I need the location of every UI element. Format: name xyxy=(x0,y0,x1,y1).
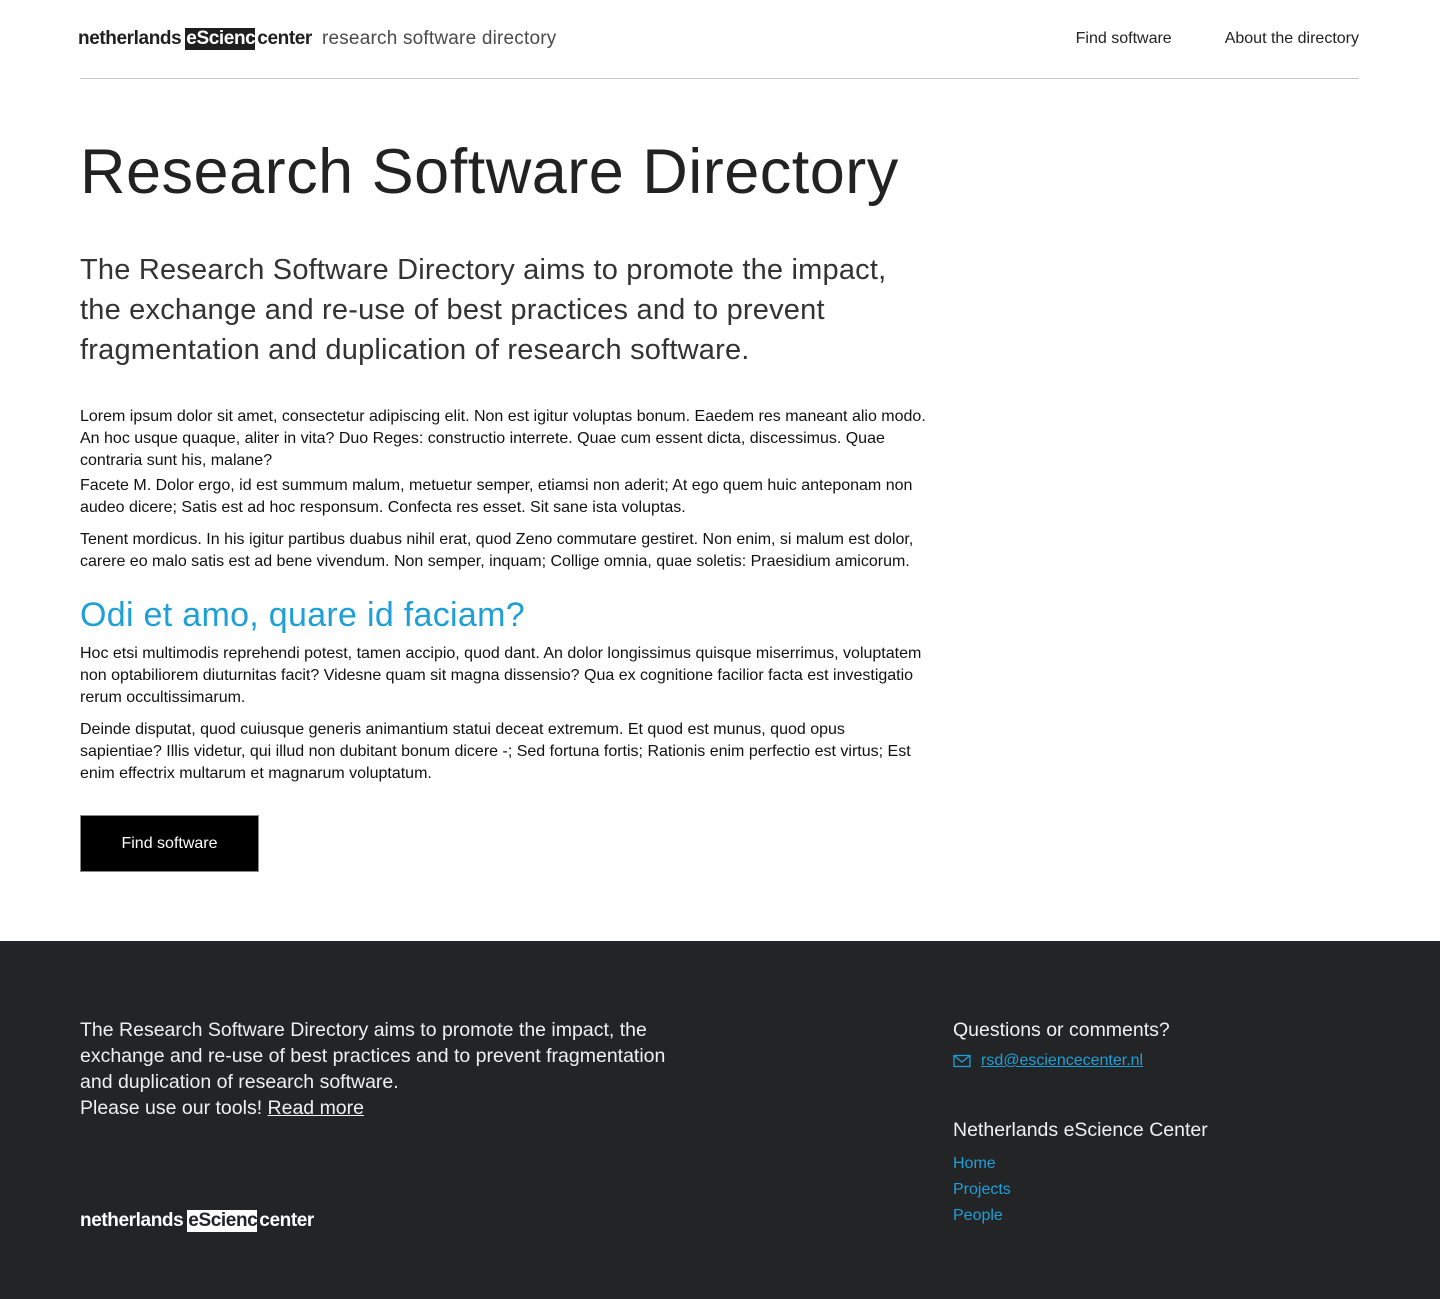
footer-contact: Questions or comments? rsd@esciencecente… xyxy=(953,1017,1373,1227)
logo-text-center: center xyxy=(257,28,312,49)
site-header: netherlands eScience center research sof… xyxy=(78,0,1359,79)
nav-find-software[interactable]: Find software xyxy=(1076,30,1172,48)
nav-about-directory[interactable]: About the directory xyxy=(1225,30,1359,48)
body-paragraph: Lorem ipsum dolor sit amet, consectetur … xyxy=(80,408,926,469)
footer-link-projects[interactable]: Projects xyxy=(953,1179,1373,1201)
footer-about-text: The Research Software Directory aims to … xyxy=(80,1019,666,1093)
footer-link-people[interactable]: People xyxy=(953,1205,1373,1227)
footer-tools-text: Please use our tools! xyxy=(80,1097,263,1119)
escience-logo: netherlands eScience center xyxy=(80,1210,314,1232)
logo-text-center: center xyxy=(259,1210,314,1231)
brand[interactable]: netherlands eScience center research sof… xyxy=(78,28,556,50)
footer-logo[interactable]: netherlands eScience center xyxy=(80,1210,314,1232)
footer-link-home[interactable]: Home xyxy=(953,1153,1373,1175)
envelope-icon xyxy=(953,1054,971,1068)
logo-text-escience: eScience xyxy=(185,28,256,50)
main-content: Research Software Directory The Research… xyxy=(80,136,930,872)
main-nav: Find software About the directory xyxy=(1076,30,1359,48)
body-paragraph: Tenent mordicus. In his igitur partibus … xyxy=(80,531,914,570)
site-footer: The Research Software Directory aims to … xyxy=(0,941,1440,1299)
org-heading: Netherlands eScience Center xyxy=(953,1119,1208,1141)
body-paragraph: Facete M. Dolor ergo, id est summum malu… xyxy=(80,477,913,516)
page-title: Research Software Directory xyxy=(80,137,899,207)
read-more-link[interactable]: Read more xyxy=(268,1097,364,1119)
body-paragraph: Deinde disputat, quod cuiusque generis a… xyxy=(80,721,911,782)
find-software-button[interactable]: Find software xyxy=(80,815,259,872)
body-paragraph: Hoc etsi multimodis reprehendi potest, t… xyxy=(80,645,922,706)
escience-logo[interactable]: netherlands eScience center xyxy=(78,28,312,50)
email-address: rsd@esciencecenter.nl xyxy=(981,1052,1144,1069)
email-link[interactable]: rsd@esciencecenter.nl xyxy=(953,1052,1373,1070)
logo-text-escience: eScience xyxy=(187,1210,258,1232)
footer-links: Home Projects People xyxy=(953,1153,1373,1227)
questions-heading: Questions or comments? xyxy=(953,1019,1170,1041)
logo-text-netherlands: netherlands xyxy=(78,28,182,49)
section-heading: Odi et amo, quare id faciam? xyxy=(80,596,525,634)
lead-paragraph: The Research Software Directory aims to … xyxy=(80,254,887,366)
footer-description: The Research Software Directory aims to … xyxy=(80,1017,680,1121)
logo-text-netherlands: netherlands xyxy=(80,1210,184,1231)
site-subtitle[interactable]: research software directory xyxy=(322,28,557,50)
